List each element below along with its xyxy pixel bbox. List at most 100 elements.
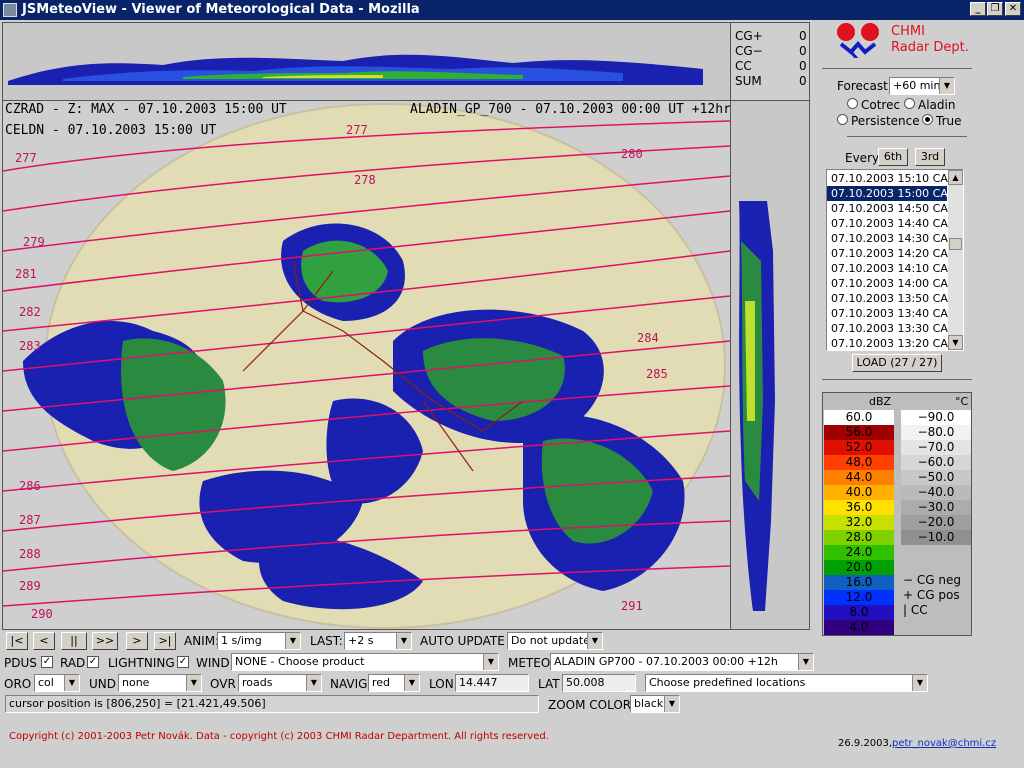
navig-value: red — [372, 676, 391, 689]
pause-button[interactable]: || — [61, 632, 87, 650]
anim-value: 1 s/img — [221, 634, 262, 647]
time-list-item[interactable]: 07.10.2003 14:40 CA — [827, 216, 948, 231]
chmi-logo-icon — [837, 23, 879, 58]
chevron-down-icon: ▼ — [64, 675, 79, 691]
temperature-legend-entry: −70.0 — [901, 440, 971, 455]
chevron-down-icon: ▼ — [396, 633, 411, 649]
time-list-scrollbar[interactable]: ▲ ▼ — [948, 170, 963, 350]
time-list-item[interactable]: 07.10.2003 14:30 CA — [827, 231, 948, 246]
cg-neg-legend: − CG neg — [903, 573, 961, 587]
chevron-down-icon: ▼ — [404, 675, 419, 691]
und-select[interactable]: none ▼ — [118, 674, 202, 692]
map-header-radar: CZRAD - Z: MAX - 07.10.2003 15:00 UT — [5, 102, 287, 117]
isoline-label: 287 — [19, 513, 41, 527]
temperature-legend-entry: −10.0 — [901, 530, 971, 545]
radio-aladin[interactable] — [904, 98, 915, 109]
time-list-item[interactable]: 07.10.2003 15:10 CA — [827, 171, 948, 186]
window-title: JSMeteoView - Viewer of Meteorological D… — [22, 2, 420, 17]
lightning-counter-panel: CG+ 0 CG− 0 CC 0 SUM 0 — [730, 22, 810, 102]
next-frame-button[interactable]: > — [126, 632, 148, 650]
forecast-value: +60 min — [893, 79, 941, 92]
time-list-item[interactable]: 07.10.2003 13:40 CA — [827, 306, 948, 321]
time-list-item[interactable]: 07.10.2003 13:20 CA — [827, 336, 948, 350]
every-6th-button[interactable]: 6th — [878, 148, 908, 166]
first-frame-button[interactable]: |< — [6, 632, 28, 650]
logo-line1: CHMI — [891, 24, 925, 39]
temperature-legend-entry: −20.0 — [901, 515, 971, 530]
radio-persistence[interactable] — [837, 114, 848, 125]
temp-unit: °C — [955, 395, 969, 408]
color-legend: dBZ °C 60.0 56.0 52.0 48.0 44.0 40.0 36.0 32.0 2… — [822, 392, 972, 636]
rad-checkbox[interactable]: ✓ — [87, 656, 99, 668]
last-select[interactable]: +2 s ▼ — [344, 632, 412, 650]
isoline-label: 282 — [19, 305, 41, 319]
lat-input[interactable]: 50.008 — [562, 674, 636, 692]
wind-select[interactable]: NONE - Choose product ▼ — [231, 653, 499, 671]
author-email-link[interactable]: petr_novak@chmi.cz — [892, 738, 996, 749]
chevron-down-icon: ▼ — [664, 696, 679, 712]
close-button[interactable]: ✕ — [1005, 2, 1021, 16]
time-list-item[interactable]: 07.10.2003 14:20 CA — [827, 246, 948, 261]
dbz-legend-entry: 40.0 — [824, 485, 894, 500]
cg-minus-value: 0 — [799, 44, 807, 58]
oro-select[interactable]: col ▼ — [34, 674, 80, 692]
auto-update-select[interactable]: Do not update ▼ — [507, 632, 603, 650]
ovr-value: roads — [242, 676, 273, 689]
time-list-item[interactable]: 07.10.2003 14:00 CA — [827, 276, 948, 291]
lon-input[interactable]: 14.447 — [455, 674, 529, 692]
scroll-thumb[interactable] — [949, 238, 962, 250]
dbz-legend-entry: 56.0 — [824, 425, 894, 440]
dbz-legend-entry: 8.0 — [824, 605, 894, 620]
scroll-up-icon[interactable]: ▲ — [948, 170, 963, 185]
time-list[interactable]: 07.10.2003 15:10 CA 07.10.2003 15:00 CA 07… — [826, 169, 964, 351]
last-value: +2 s — [348, 634, 374, 647]
dbz-legend-entry: 28.0 — [824, 530, 894, 545]
prev-frame-button[interactable]: < — [33, 632, 55, 650]
radio-true[interactable] — [922, 114, 933, 125]
divider — [822, 68, 972, 69]
radio-cotrec[interactable] — [847, 98, 858, 109]
isoline-label: 286 — [19, 479, 41, 493]
locations-value: Choose predefined locations — [649, 676, 806, 689]
dbz-legend-entry: 44.0 — [824, 470, 894, 485]
locations-select[interactable]: Choose predefined locations ▼ — [645, 674, 928, 692]
scroll-down-icon[interactable]: ▼ — [948, 335, 963, 350]
every-3rd-button[interactable]: 3rd — [915, 148, 945, 166]
meteo-select[interactable]: ALADIN GP700 - 07.10.2003 00:00 +12h ▼ — [550, 653, 814, 671]
cc-label: CC — [735, 59, 752, 73]
play-button[interactable]: >> — [92, 632, 118, 650]
radar-map[interactable]: CZRAD - Z: MAX - 07.10.2003 15:00 UT CEL… — [2, 100, 731, 630]
load-button[interactable]: LOAD (27 / 27) — [852, 354, 942, 372]
rad-label: RAD — [60, 656, 86, 670]
wind-label: WIND — [196, 656, 230, 670]
minimize-button[interactable]: _ — [970, 2, 986, 16]
pdus-label: PDUS — [4, 656, 37, 670]
sum-label: SUM — [735, 74, 762, 88]
maximize-button[interactable]: ❐ — [987, 2, 1003, 16]
navig-select[interactable]: red ▼ — [368, 674, 420, 692]
temperature-legend-entry: −50.0 — [901, 470, 971, 485]
cg-plus-label: CG+ — [735, 29, 763, 43]
last-frame-button[interactable]: >| — [154, 632, 176, 650]
time-list-item[interactable]: 07.10.2003 14:10 CA — [827, 261, 948, 276]
ovr-select[interactable]: roads ▼ — [238, 674, 322, 692]
und-value: none — [122, 676, 150, 689]
cross-section-side — [730, 100, 810, 630]
anim-select[interactable]: 1 s/img ▼ — [217, 632, 301, 650]
time-list-item[interactable]: 07.10.2003 14:50 CA — [827, 201, 948, 216]
temperature-legend-entry: −40.0 — [901, 485, 971, 500]
navig-label: NAVIG — [330, 677, 368, 691]
time-list-item[interactable]: 07.10.2003 15:00 CA — [827, 186, 948, 201]
forecast-label: Forecast — [837, 79, 888, 93]
time-list-item[interactable]: 07.10.2003 13:30 CA — [827, 321, 948, 336]
chevron-down-icon: ▼ — [939, 78, 954, 94]
divider — [822, 379, 972, 380]
pdus-checkbox[interactable]: ✓ — [41, 656, 53, 668]
isoline-label: 291 — [621, 599, 643, 613]
time-list-item[interactable]: 07.10.2003 13:50 CA — [827, 291, 948, 306]
zoom-color-select[interactable]: black ▼ — [630, 695, 680, 713]
forecast-select[interactable]: +60 min ▼ — [889, 77, 955, 95]
chevron-down-icon: ▼ — [798, 654, 813, 670]
isoline-label: 284 — [637, 331, 659, 345]
lightning-checkbox[interactable]: ✓ — [177, 656, 189, 668]
